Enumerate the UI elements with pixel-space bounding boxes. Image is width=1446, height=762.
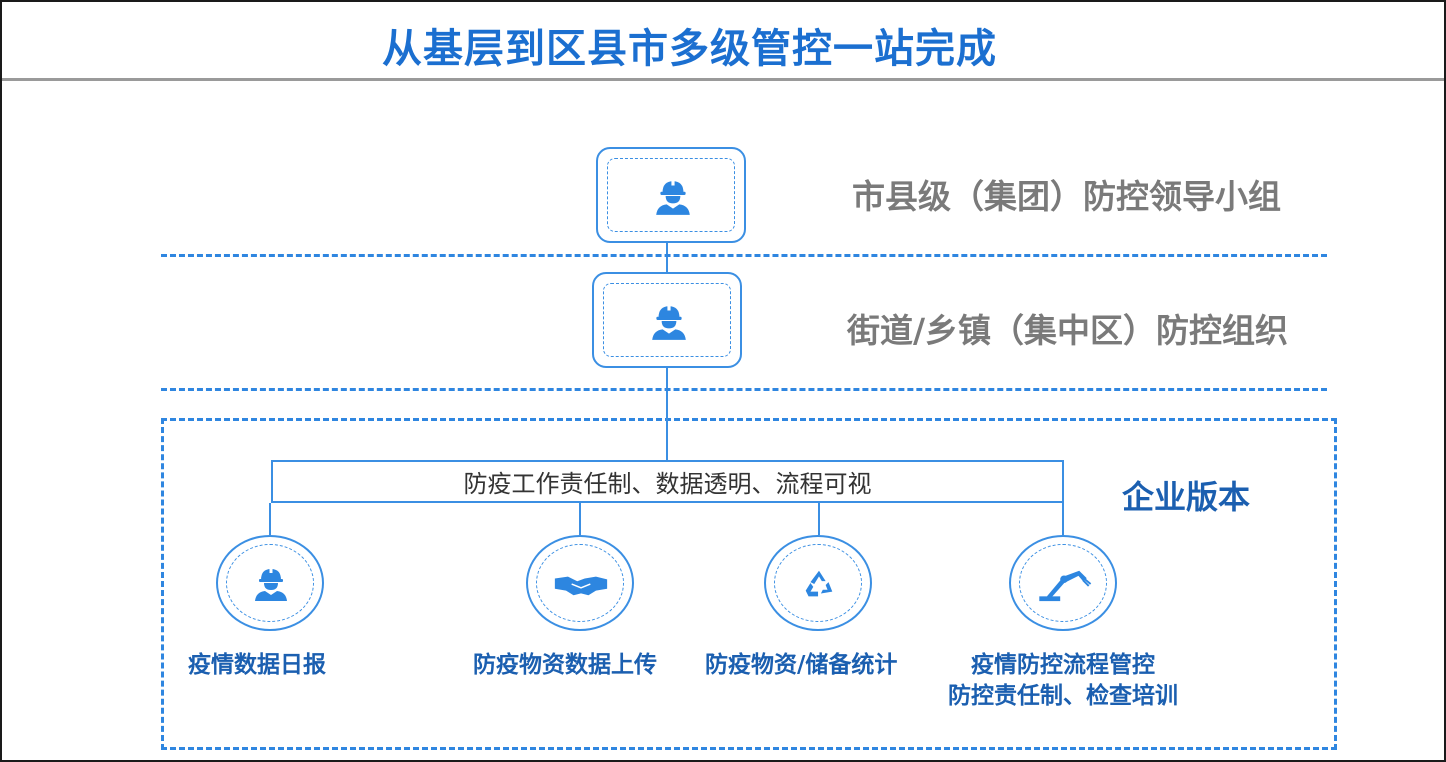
branch-line xyxy=(269,503,271,535)
feature-node-daily-report xyxy=(216,535,324,631)
feature-node-supply-stats xyxy=(764,535,872,631)
connector-line xyxy=(666,418,668,460)
worker-icon xyxy=(251,563,291,603)
feature-label-line: 防控责任制、检查培训 xyxy=(948,683,1178,709)
title-divider xyxy=(2,78,1444,81)
feature-label-line: 疫情防控流程管控 xyxy=(971,652,1155,678)
recycle-icon xyxy=(800,565,838,603)
branch-line xyxy=(579,503,581,535)
connector-line xyxy=(666,243,668,272)
robot-arm-icon xyxy=(1035,565,1093,603)
level-divider xyxy=(161,254,1327,257)
enterprise-label: 企业版本 xyxy=(1122,478,1251,516)
feature-label-line: 疫情数据日报 xyxy=(188,652,326,678)
worker-icon xyxy=(651,175,695,217)
feature-label-supply-upload: 防疫物资数据上传 xyxy=(473,650,657,681)
page-title: 从基层到区县市多级管控一站完成 xyxy=(382,26,997,72)
feature-label-line: 防疫物资/储备统计 xyxy=(705,652,898,678)
diagram-frame: 从基层到区县市多级管控一站完成 市县级（集团）防控领导小组 街道/乡镇（集中区）… xyxy=(0,0,1446,762)
level-label-street: 街道/乡镇（集中区）防控组织 xyxy=(847,311,1289,350)
feature-node-process-control xyxy=(1009,535,1117,631)
level-divider xyxy=(161,388,1327,391)
level-label-city: 市县级（集团）防控领导小组 xyxy=(852,177,1281,216)
branch-line xyxy=(818,503,820,535)
level-node-street xyxy=(592,272,742,368)
feature-node-supply-upload xyxy=(526,535,634,631)
feature-label-daily-report: 疫情数据日报 xyxy=(188,650,326,681)
worker-icon xyxy=(647,300,691,342)
enterprise-banner: 防疫工作责任制、数据透明、流程可视 xyxy=(271,460,1064,503)
connector-line xyxy=(666,368,668,418)
feature-label-process-control: 疫情防控流程管控 防控责任制、检查培训 xyxy=(928,650,1198,712)
feature-label-supply-stats: 防疫物资/储备统计 xyxy=(705,650,897,681)
branch-line xyxy=(1062,503,1064,535)
level-node-city xyxy=(596,147,746,243)
handshake-icon xyxy=(553,571,609,599)
feature-label-line: 防疫物资数据上传 xyxy=(473,652,657,678)
